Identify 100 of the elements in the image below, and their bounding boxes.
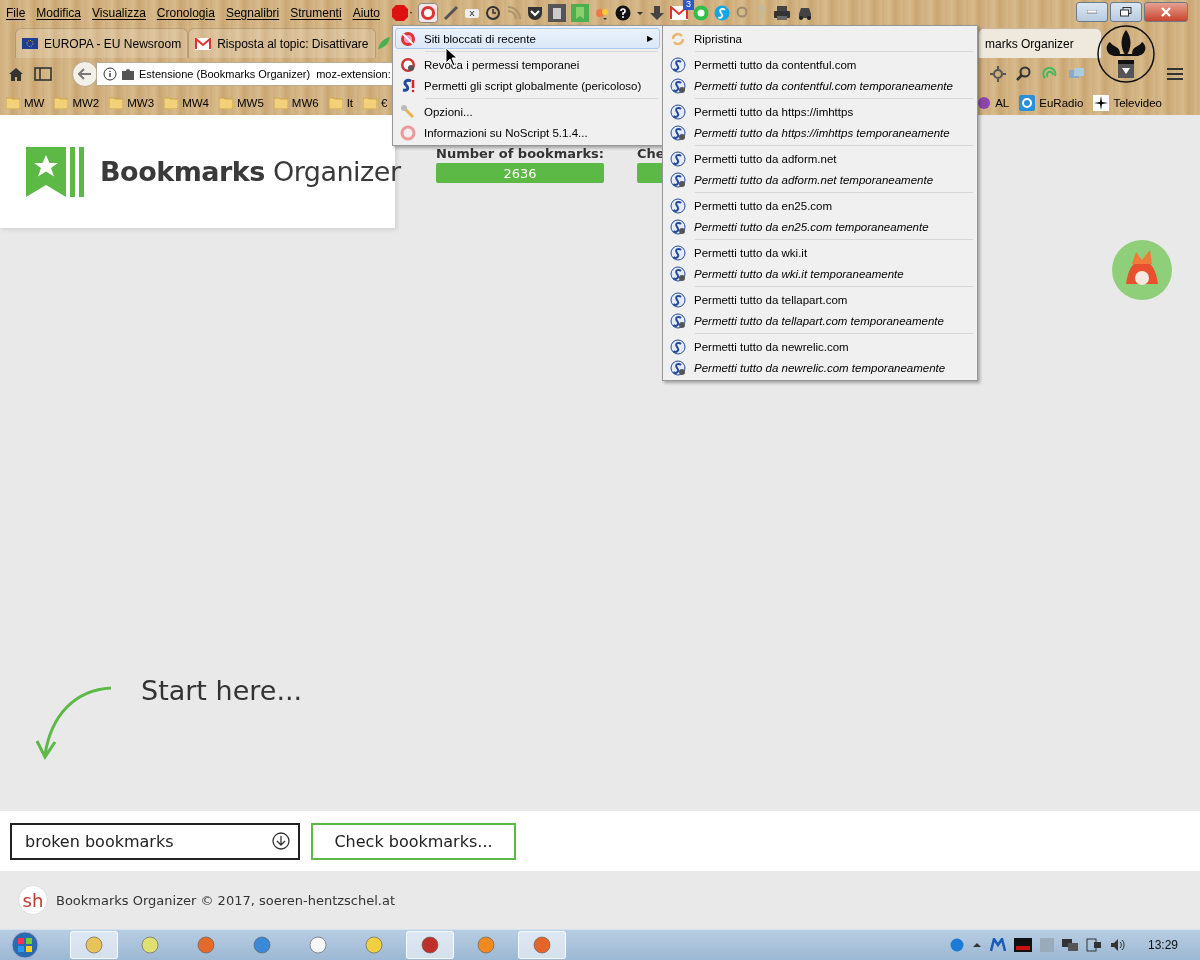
lifebuoy-icon bbox=[400, 124, 416, 141]
bookmark-folder[interactable]: MW4 bbox=[164, 96, 209, 109]
restore-icon bbox=[1120, 7, 1132, 17]
back-arrow-icon bbox=[78, 68, 92, 80]
app-icon bbox=[477, 936, 495, 954]
bookmark-link[interactable]: EuRadio bbox=[1019, 94, 1084, 111]
info-icon bbox=[103, 67, 117, 81]
stat-value: 2636 bbox=[436, 163, 604, 183]
footer-text: Bookmarks Organizer © 2017, soeren-hentzschel.at bbox=[56, 892, 396, 908]
site-identity: Estensione (Bookmarks Organizer) bbox=[139, 68, 311, 80]
fleur-de-lis-drawing bbox=[1096, 24, 1156, 84]
menu-item[interactable]: Ripristina bbox=[665, 28, 975, 49]
bookmark-folder[interactable]: MW bbox=[6, 96, 45, 109]
tab[interactable]: EUROPA - EU Newsroom bbox=[15, 28, 189, 58]
menu-item[interactable]: Permetti tutto da adform.net temporaneamente bbox=[665, 169, 975, 190]
bookmark-link[interactable]: AL bbox=[977, 95, 1010, 110]
menu-item[interactable]: Permetti tutto da adform.net bbox=[665, 148, 975, 169]
bookmark-folder[interactable]: MW2 bbox=[54, 96, 100, 109]
menu-item[interactable]: Permetti tutto da newrelic.com bbox=[665, 336, 975, 357]
mode-select[interactable]: broken bookmarks bbox=[10, 822, 300, 860]
stat-label: Number of bookmarks: bbox=[436, 146, 604, 161]
menu-item[interactable]: Informazioni su NoScript 5.1.4... bbox=[395, 122, 660, 143]
app-icon bbox=[253, 936, 271, 954]
menu-item[interactable]: Permetti tutto da https://imhttps bbox=[665, 101, 975, 122]
menu-item[interactable]: Aiuto bbox=[352, 5, 380, 20]
folder-icon bbox=[6, 96, 20, 109]
taskbar-button[interactable] bbox=[406, 931, 454, 959]
menu-item[interactable]: Permetti tutto da contentful.com temporaneamente bbox=[665, 75, 975, 96]
address-field[interactable]: Estensione (Bookmarks Organizer) moz-extension: bbox=[96, 62, 394, 86]
clock[interactable]: 13:29 bbox=[1147, 938, 1178, 952]
menu-item[interactable]: Permetti gli script globalmente (pericoloso) bbox=[395, 75, 660, 96]
sh-logo: sh bbox=[18, 885, 48, 915]
bookmark-folder[interactable]: MW6 bbox=[273, 96, 319, 109]
menu-item[interactable]: Opzioni... bbox=[395, 101, 660, 122]
pencil-icon[interactable] bbox=[443, 4, 459, 21]
folder-icon bbox=[363, 96, 378, 109]
app-icon bbox=[309, 936, 327, 954]
menu-item[interactable]: Cronologia bbox=[156, 5, 215, 20]
menu-item[interactable]: Permetti tutto da en25.com bbox=[665, 195, 975, 216]
check-bookmarks-button[interactable]: Check bookmarks... bbox=[311, 822, 516, 860]
home-icon[interactable] bbox=[8, 66, 24, 82]
app-icon bbox=[365, 936, 383, 954]
speaker-icon[interactable] bbox=[1109, 938, 1126, 952]
taskbar-button[interactable] bbox=[518, 931, 566, 959]
menu-item[interactable]: Permetti tutto da en25.com temporaneamente bbox=[665, 216, 975, 237]
bookmark-folder[interactable]: MW3 bbox=[109, 96, 155, 109]
bookmark-folder[interactable]: € bbox=[363, 96, 388, 109]
wrench-icon bbox=[400, 103, 416, 120]
network-icon[interactable] bbox=[1061, 938, 1078, 952]
folder-icon bbox=[54, 96, 69, 109]
clock-icon[interactable] bbox=[485, 4, 501, 21]
bookmark-link[interactable]: Televideo bbox=[1093, 94, 1162, 111]
menu-item[interactable]: Permetti tutto da tellapart.com bbox=[665, 289, 975, 310]
menu-item[interactable]: Permetti tutto da tellapart.com temporaneamente bbox=[665, 310, 975, 331]
menu-item[interactable]: Strumenti bbox=[290, 5, 342, 20]
folder-icon bbox=[218, 96, 233, 109]
menu-item[interactable]: Permetti tutto da newrelic.com temporaneamente bbox=[665, 357, 975, 378]
url-text: moz-extension: bbox=[316, 68, 391, 80]
printer-icon[interactable] bbox=[773, 4, 791, 21]
menu-item[interactable]: Modifica bbox=[36, 5, 82, 20]
menu-item[interactable]: Permetti tutto da wki.it temporaneamente bbox=[665, 263, 975, 284]
app-icon bbox=[421, 936, 439, 954]
move-icon[interactable] bbox=[990, 66, 1006, 82]
monitor-icon[interactable] bbox=[1013, 938, 1032, 952]
circle-icon bbox=[977, 95, 992, 110]
back-button[interactable] bbox=[72, 61, 98, 87]
menu-item[interactable]: Visualizza bbox=[92, 5, 146, 20]
sidebar-icon[interactable] bbox=[34, 66, 52, 82]
mail-icon[interactable] bbox=[670, 5, 688, 20]
bookmark-folder[interactable]: It bbox=[328, 96, 354, 109]
caret-up-icon[interactable] bbox=[971, 940, 982, 950]
menu-icon[interactable] bbox=[1166, 66, 1184, 82]
help-icon[interactable] bbox=[615, 4, 631, 21]
download-icon[interactable] bbox=[649, 4, 665, 21]
folder-icon bbox=[273, 96, 288, 109]
mail-icon bbox=[195, 37, 212, 50]
start-button[interactable] bbox=[8, 931, 42, 959]
tab[interactable]: marks Organizer bbox=[978, 28, 1102, 58]
star-icon bbox=[1093, 94, 1110, 111]
close-icon bbox=[1161, 7, 1171, 17]
bookmark-folder[interactable]: MW5 bbox=[218, 96, 264, 109]
taskbar-button[interactable] bbox=[70, 931, 118, 959]
menu-item[interactable]: Revoca i permessi temporanei bbox=[395, 54, 660, 75]
chat-icon[interactable] bbox=[693, 4, 709, 21]
close-button[interactable] bbox=[1144, 2, 1188, 22]
menu-item[interactable]: Siti bloccati di recente ▶ bbox=[395, 28, 660, 49]
menu-item[interactable]: Permetti tutto da https://imhttps temporaneamente bbox=[665, 122, 975, 143]
menu-item[interactable]: Segnalibri bbox=[225, 5, 280, 20]
folder-icon bbox=[328, 96, 343, 109]
app-icon bbox=[533, 936, 551, 954]
trash-icon[interactable] bbox=[548, 3, 566, 22]
menu-item[interactable]: Permetti tutto da wki.it bbox=[665, 242, 975, 263]
tab[interactable]: Risposta al topic: Disattivare bbox=[188, 28, 376, 58]
menu-item[interactable]: Permetti tutto da contentful.com bbox=[665, 54, 975, 75]
restore-button[interactable] bbox=[1110, 2, 1142, 22]
computer-icon[interactable] bbox=[1085, 938, 1102, 952]
curved-arrow-icon bbox=[35, 685, 113, 761]
bookmark-logo-icon bbox=[26, 146, 84, 197]
menu-item[interactable]: File bbox=[6, 5, 26, 20]
search-icon[interactable] bbox=[1016, 66, 1032, 82]
